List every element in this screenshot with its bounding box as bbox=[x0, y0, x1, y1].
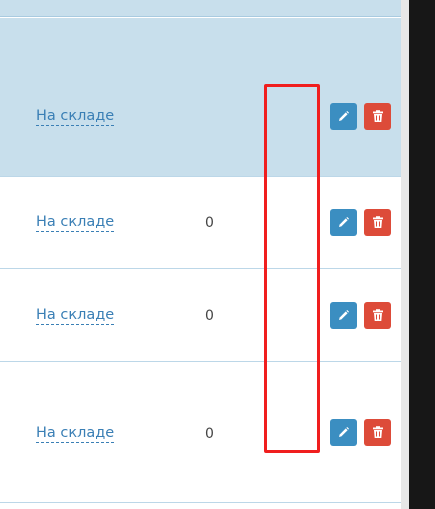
delete-button[interactable] bbox=[364, 419, 391, 446]
stock-status-link[interactable]: На складе bbox=[36, 108, 115, 126]
edit-button[interactable] bbox=[330, 103, 357, 130]
table-row[interactable]: На складе 0 bbox=[0, 269, 401, 362]
stock-table: На складе На складе 0 На складе 0 На скл… bbox=[0, 0, 401, 509]
scrollbar-track[interactable] bbox=[401, 0, 409, 509]
trash-icon bbox=[372, 110, 384, 123]
delete-button[interactable] bbox=[364, 302, 391, 329]
pencil-icon bbox=[337, 110, 350, 123]
stock-status-link[interactable]: На складе bbox=[36, 214, 115, 232]
edit-button[interactable] bbox=[330, 209, 357, 236]
table-row[interactable]: На складе 0 bbox=[0, 177, 401, 269]
table-row[interactable]: На складе 0 bbox=[0, 362, 401, 503]
delete-button[interactable] bbox=[364, 209, 391, 236]
table-row[interactable]: На складе bbox=[0, 18, 401, 177]
pencil-icon bbox=[337, 216, 350, 229]
quantity-value: 0 bbox=[205, 215, 214, 231]
edit-button[interactable] bbox=[330, 419, 357, 446]
trash-icon bbox=[372, 426, 384, 439]
table-row-top-partial bbox=[0, 0, 401, 17]
edit-button[interactable] bbox=[330, 302, 357, 329]
delete-button[interactable] bbox=[364, 103, 391, 130]
trash-icon bbox=[372, 216, 384, 229]
pencil-icon bbox=[337, 309, 350, 322]
pencil-icon bbox=[337, 426, 350, 439]
stock-status-link[interactable]: На складе bbox=[36, 307, 115, 325]
stock-status-link[interactable]: На складе bbox=[36, 425, 115, 443]
quantity-value: 0 bbox=[205, 426, 214, 442]
window-edge bbox=[401, 0, 435, 509]
trash-icon bbox=[372, 309, 384, 322]
quantity-value: 0 bbox=[205, 308, 214, 324]
